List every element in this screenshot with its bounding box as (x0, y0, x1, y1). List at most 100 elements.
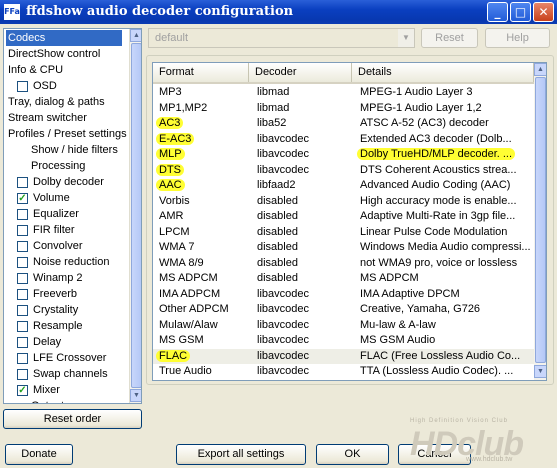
minimize-button[interactable]: _ (487, 2, 508, 22)
sidebar-item[interactable]: Equalizer (31, 206, 79, 222)
sidebar-item[interactable]: Stream switcher (6, 110, 87, 126)
scroll-down-icon[interactable]: ▼ (534, 365, 546, 378)
scroll-up-icon[interactable]: ▲ (534, 63, 546, 76)
close-button[interactable]: ✕ (533, 2, 554, 22)
ok-button[interactable]: OK (316, 444, 389, 465)
sidebar-item[interactable]: OSD (31, 78, 57, 94)
codec-list[interactable]: Format Decoder Details MP3 libmad MPEG-1 A… (152, 62, 547, 381)
preset-reset-button[interactable]: Reset (421, 28, 478, 48)
sidebar-item[interactable]: Noise reduction (31, 254, 109, 270)
sidebar-item[interactable]: Codecs (6, 30, 122, 46)
sidebar-item[interactable]: Info & CPU (6, 62, 63, 78)
codec-decoder[interactable]: libmad (253, 101, 352, 116)
codec-row[interactable]: True Audio libavcodec TTA (Lossless Audio … (153, 364, 534, 379)
codec-decoder[interactable]: libavcodec (253, 333, 352, 348)
codec-row[interactable]: WMA 7 disabled Windows Media Audio compres… (153, 240, 534, 255)
column-details[interactable]: Details (352, 63, 534, 82)
sidebar-item[interactable]: LFE Crossover (31, 350, 106, 366)
reset-order-button[interactable]: Reset order (3, 409, 142, 429)
maximize-button[interactable]: □ (510, 2, 531, 22)
sidebar-item[interactable]: Volume (31, 190, 70, 206)
title-bar[interactable]: FFa ffdshow audio decoder configuration … (0, 0, 557, 24)
column-decoder[interactable]: Decoder (249, 63, 352, 82)
codec-row[interactable]: MS ADPCM disabled MS ADPCM (153, 271, 534, 286)
sidebar-scroll-thumb[interactable] (131, 43, 141, 388)
checkbox[interactable] (17, 353, 28, 364)
codec-decoder[interactable]: libavcodec (253, 364, 352, 379)
sidebar-item[interactable]: Resample (31, 318, 83, 334)
sidebar-item[interactable]: Output (29, 398, 64, 403)
checkbox[interactable] (17, 241, 28, 252)
sidebar-item[interactable]: Show / hide filters (29, 142, 118, 158)
scroll-up-icon[interactable]: ▲ (130, 29, 141, 42)
preset-select[interactable]: default ▼ (148, 28, 415, 48)
codec-row[interactable]: MP3 libmad MPEG-1 Audio Layer 3 (153, 85, 534, 100)
codec-row[interactable]: LPCM disabled Linear Pulse Code Modulation (153, 225, 534, 240)
checkbox[interactable]: ✓ (17, 385, 28, 396)
codec-row[interactable]: MS GSM libavcodec MS GSM Audio (153, 333, 534, 348)
column-format[interactable]: Format (153, 63, 249, 82)
sidebar-item[interactable]: DirectShow control (6, 46, 100, 62)
codec-decoder[interactable]: libavcodec (253, 302, 352, 317)
codec-decoder[interactable]: libavcodec (253, 147, 352, 162)
codec-decoder[interactable]: libfaad2 (253, 178, 352, 193)
sidebar-item[interactable]: Mixer (31, 382, 60, 398)
codec-row[interactable]: E-AC3 libavcodec Extended AC3 decoder (Dol… (153, 132, 534, 147)
sidebar-item[interactable]: Freeverb (31, 286, 77, 302)
sidebar-item[interactable]: Delay (31, 334, 61, 350)
codec-row[interactable]: AC3 liba52 ATSC A-52 (AC3) decoder (153, 116, 534, 131)
donate-button[interactable]: Donate (5, 444, 73, 465)
codec-row[interactable]: MLP libavcodec Dolby TrueHD/MLP decoder. .… (153, 147, 534, 162)
sidebar-item[interactable]: Crystality (31, 302, 78, 318)
help-button[interactable]: Help (485, 28, 550, 48)
checkbox[interactable] (17, 289, 28, 300)
codec-row[interactable]: WMA 8/9 disabled not WMA9 pro, voice or lo… (153, 256, 534, 271)
sidebar-item[interactable]: Processing (29, 158, 85, 174)
checkbox[interactable] (17, 321, 28, 332)
codec-row[interactable]: MP1,MP2 libmad MPEG-1 Audio Layer 1,2 (153, 101, 534, 116)
codec-row[interactable]: AAC libfaad2 Advanced Audio Coding (AAC) (153, 178, 534, 193)
codec-list-scroll-thumb[interactable] (535, 77, 546, 363)
codec-row[interactable]: Vorbis disabled High accuracy mode is enab… (153, 194, 534, 209)
scroll-down-icon[interactable]: ▼ (130, 389, 141, 402)
codec-decoder[interactable]: disabled (253, 194, 352, 209)
codec-decoder[interactable]: liba52 (253, 116, 352, 131)
sidebar-item[interactable]: Swap channels (31, 366, 108, 382)
codec-list-scrollbar[interactable]: ▲ ▼ (534, 63, 546, 380)
export-all-settings-button[interactable]: Export all settings (176, 444, 306, 465)
codec-decoder[interactable]: libavcodec (253, 318, 352, 333)
checkbox[interactable]: ✓ (17, 193, 28, 204)
checkbox[interactable] (17, 273, 28, 284)
codec-decoder[interactable]: disabled (253, 256, 352, 271)
codec-row[interactable]: DTS libavcodec DTS Coherent Acoustics stre… (153, 163, 534, 178)
codec-row[interactable]: FLAC libavcodec FLAC (Free Lossless Audio … (153, 348, 534, 364)
checkbox[interactable] (17, 257, 28, 268)
codec-decoder[interactable]: libavcodec (253, 132, 352, 147)
codec-decoder[interactable]: disabled (253, 225, 352, 240)
codec-row[interactable]: AMR disabled Adaptive Multi-Rate in 3gp fi… (153, 209, 534, 224)
codec-row[interactable]: Mulaw/Alaw libavcodec Mu-law & A-law (153, 318, 534, 333)
sidebar-item[interactable]: Profiles / Preset settings (6, 126, 127, 142)
chevron-down-icon[interactable]: ▼ (398, 29, 414, 47)
sidebar-item[interactable]: Winamp 2 (31, 270, 83, 286)
codec-decoder[interactable]: libavcodec (253, 163, 352, 178)
sidebar-item[interactable]: Convolver (31, 238, 83, 254)
sidebar-scrollbar[interactable]: ▲ ▼ (129, 29, 141, 403)
checkbox[interactable] (17, 177, 28, 188)
codec-decoder[interactable]: disabled (253, 271, 352, 286)
codec-decoder[interactable]: libavcodec (253, 349, 352, 364)
codec-decoder[interactable]: libavcodec (253, 380, 352, 381)
checkbox[interactable] (17, 81, 28, 92)
checkbox[interactable] (17, 209, 28, 220)
codec-decoder[interactable]: disabled (253, 209, 352, 224)
codec-row[interactable]: Other ADPCM libavcodec Creative, Yamaha, G… (153, 302, 534, 317)
codec-row[interactable]: IMA ADPCM libavcodec IMA Adaptive DPCM (153, 287, 534, 302)
codec-row[interactable]: TrueSpeech libavcodec DSP Group TrueSpeech… (153, 380, 534, 381)
checkbox[interactable] (17, 305, 28, 316)
sidebar-item[interactable]: FIR filter (31, 222, 75, 238)
codec-decoder[interactable]: disabled (253, 240, 352, 255)
settings-page-tree[interactable]: ▲ ▼ Codecs DirectShow control Info & CPU OS… (3, 28, 142, 404)
checkbox[interactable] (17, 337, 28, 348)
codec-decoder[interactable]: libavcodec (253, 287, 352, 302)
checkbox[interactable] (17, 225, 28, 236)
